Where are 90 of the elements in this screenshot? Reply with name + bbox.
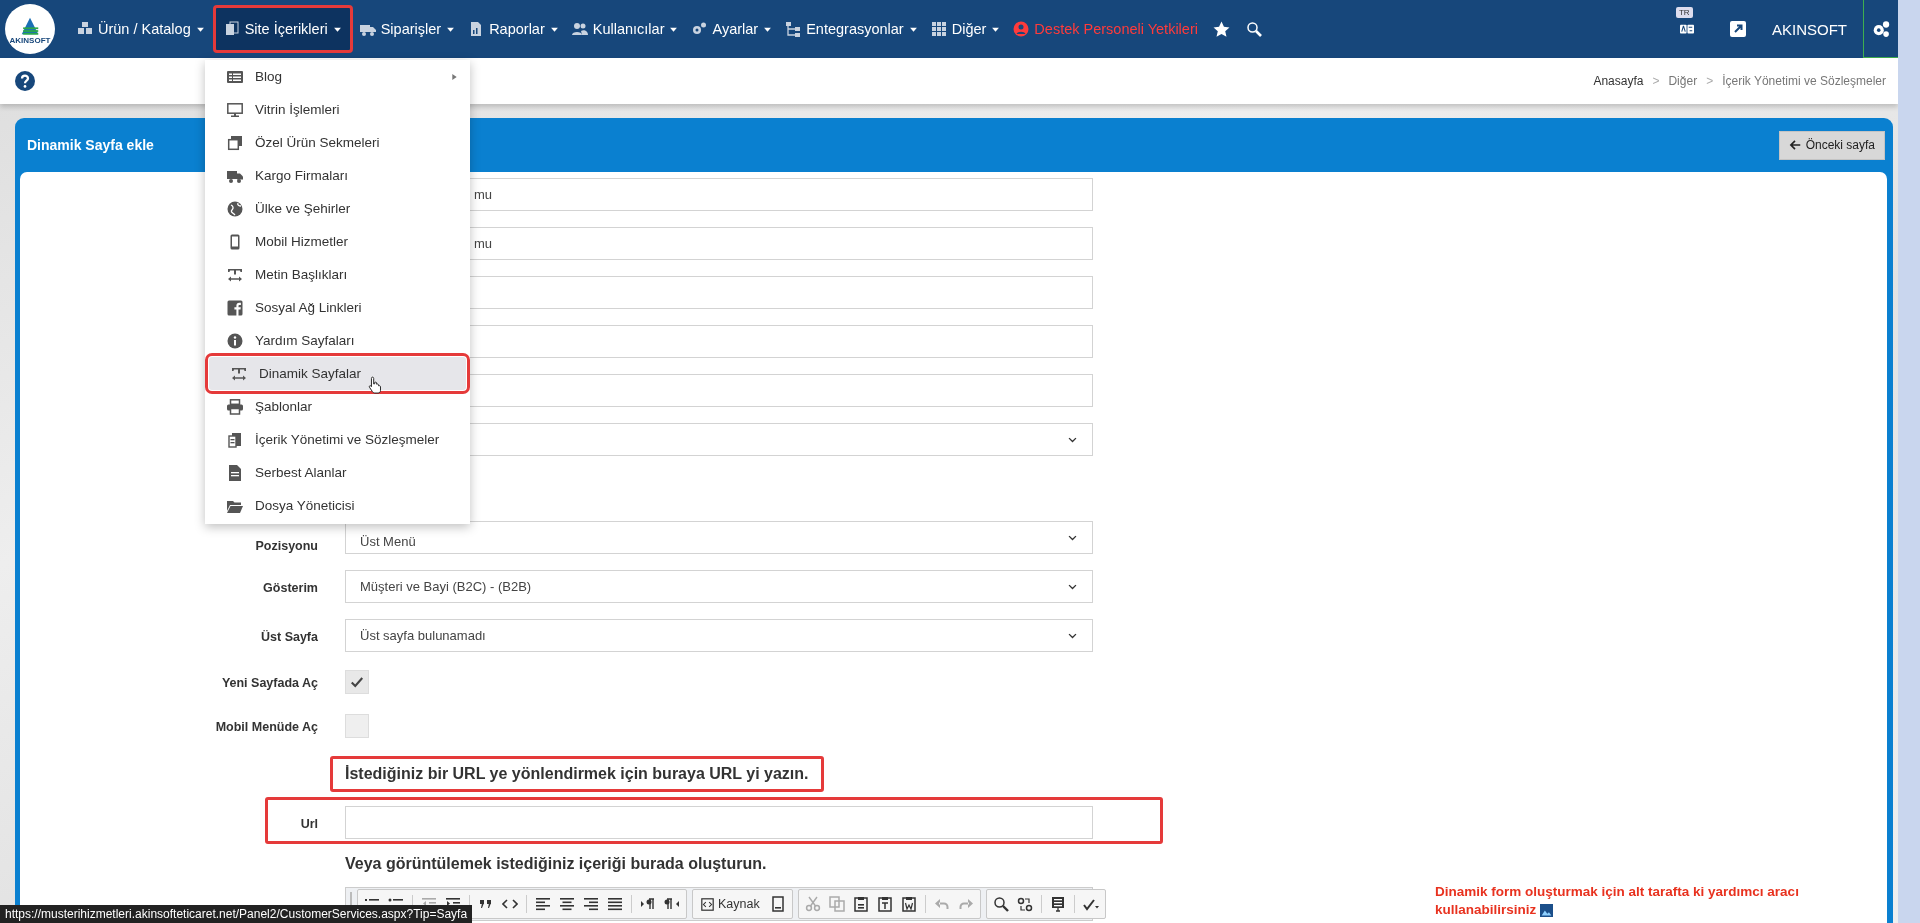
globe-icon <box>227 200 243 217</box>
field-label: Üst Sayfa <box>261 629 318 644</box>
nav-menu-item[interactable]: Ürün / Katalog <box>71 6 212 52</box>
nav-menu-item[interactable]: Entegrasyonlar <box>779 6 925 52</box>
show-blocks-icon[interactable] <box>1049 896 1066 912</box>
menu-item[interactable]: Metin Başlıkları <box>205 258 470 291</box>
replace-icon[interactable] <box>1016 896 1033 912</box>
instruction-text: İstediğiniz bir URL ye yönlendirmek için buraya URL yi yazın. <box>330 756 824 792</box>
user-link[interactable]: AKINSOFT <box>1760 20 1863 38</box>
align-left-icon[interactable] <box>535 896 551 912</box>
star-icon[interactable] <box>1212 20 1230 38</box>
url-tooltip: https://musterihizmetleri.akinsofteticaret.net/Panel2/CustomerServices.aspx?Tip=Sayfa <box>0 905 473 923</box>
panel-title: Dinamik Sayfa ekle <box>27 137 154 153</box>
documents-icon <box>227 431 243 448</box>
nav-menu-item[interactable]: Diğer <box>924 6 1008 52</box>
breadcrumb-link[interactable]: Anasayfa <box>1593 74 1644 88</box>
monitor-icon <box>227 101 243 118</box>
user-circle-icon <box>1013 21 1030 37</box>
paragraph-right-icon[interactable] <box>640 896 656 912</box>
align-right-icon[interactable] <box>583 896 599 912</box>
paste-icon[interactable] <box>852 896 869 912</box>
breadcrumb-separator: > <box>1652 74 1660 88</box>
field-label: Mobil Menüde Aç <box>215 720 318 734</box>
caret-right-icon <box>451 71 458 82</box>
scrollbar[interactable] <box>1898 0 1920 923</box>
nav-menu-item[interactable]: Kullanıcılar <box>565 6 686 52</box>
menu-item[interactable]: Yardım Sayfaları <box>205 324 470 357</box>
printer-icon <box>227 398 243 415</box>
nav-menu-item[interactable]: Ayarlar <box>685 6 780 52</box>
menu-item[interactable]: Serbest Alanlar <box>205 456 470 489</box>
boxes-icon <box>77 21 93 37</box>
checkbox[interactable] <box>345 714 369 738</box>
paste-word-icon[interactable] <box>900 896 917 912</box>
nav-menu-item[interactable]: Raporlar <box>462 6 566 52</box>
paragraph-left-icon[interactable] <box>664 896 680 912</box>
arrow-left-icon <box>1788 139 1801 151</box>
menu-item[interactable]: Blog <box>205 60 470 93</box>
search-icon[interactable] <box>992 896 1009 912</box>
windows-icon <box>227 134 243 151</box>
select-field[interactable]: Üst sayfa bulunamadı <box>345 619 1093 652</box>
source-button[interactable]: Kaynak <box>699 897 762 911</box>
breadcrumb-link[interactable]: Diğer <box>1668 74 1698 88</box>
text-height-icon <box>231 365 247 382</box>
menu-item[interactable]: Özel Ürün Sekmeleri <box>205 126 470 159</box>
check-icon <box>350 675 364 689</box>
back-button[interactable]: Önceki sayfa <box>1778 130 1885 160</box>
nav-menu-item[interactable]: Siparişler <box>353 6 463 52</box>
gears-icon <box>691 21 708 37</box>
logo-text: AKINSOFT <box>9 36 51 44</box>
justify-icon[interactable] <box>607 896 623 912</box>
help-note: Dinamik form oluşturmak için alt tarafta ki yardımcı aracı kullanabilirsiniz <box>1435 883 1800 919</box>
breadcrumb-separator: > <box>1706 74 1714 88</box>
file-icon <box>227 464 243 481</box>
grid-icon <box>930 21 947 37</box>
menu-item[interactable]: İçerik Yönetimi ve Sözleşmeler <box>205 423 470 456</box>
select-field[interactable]: Müşteri ve Bayi (B2C) - (B2B) <box>345 570 1093 603</box>
paste-text-icon[interactable] <box>876 896 893 912</box>
menu-item[interactable]: Dosya Yöneticisi <box>205 489 470 522</box>
field-label: Url <box>300 816 318 831</box>
help-icon[interactable] <box>15 71 35 91</box>
documents-icon <box>223 21 240 37</box>
list-icon <box>227 68 243 85</box>
field-label: Pozisyonu <box>255 538 318 553</box>
external-link-icon[interactable] <box>1730 21 1746 37</box>
instruction-text: Veya görüntülemek istediğiniz içeriği burada oluşturun. <box>345 855 767 873</box>
checkbox[interactable] <box>345 670 369 694</box>
menu-item[interactable]: Sosyal Ağ Linkleri <box>205 291 470 324</box>
field-label: Yeni Sayfada Aç <box>221 676 318 690</box>
language-badge: TR <box>1676 7 1693 18</box>
select-field[interactable]: Üst Menü <box>345 521 1093 554</box>
settings-icon <box>1872 19 1890 38</box>
image-icon <box>1540 903 1554 917</box>
nav-menu-item[interactable]: Site İçerikleri <box>213 6 352 52</box>
search-icon[interactable] <box>1245 21 1262 37</box>
page-icon[interactable] <box>769 896 786 912</box>
users-icon <box>571 21 588 37</box>
input-field[interactable] <box>345 806 1093 839</box>
social-square-icon <box>227 299 243 316</box>
align-center-icon[interactable] <box>559 896 575 912</box>
logo[interactable]: AKINSOFT <box>5 4 55 54</box>
translate-icon[interactable] <box>1678 22 1696 36</box>
hand-pointer-icon <box>367 374 384 394</box>
field-label: Gösterim <box>263 580 318 595</box>
menu-item[interactable]: Şablonlar <box>205 390 470 423</box>
sitemap-icon <box>785 21 802 37</box>
info-icon <box>227 332 243 349</box>
menu-item[interactable]: Vitrin İşlemleri <box>205 93 470 126</box>
breadcrumb-link[interactable]: İçerik Yönetimi ve Sözleşmeler <box>1722 74 1886 88</box>
source-code-icon <box>701 897 714 911</box>
text-height-icon <box>227 266 243 283</box>
